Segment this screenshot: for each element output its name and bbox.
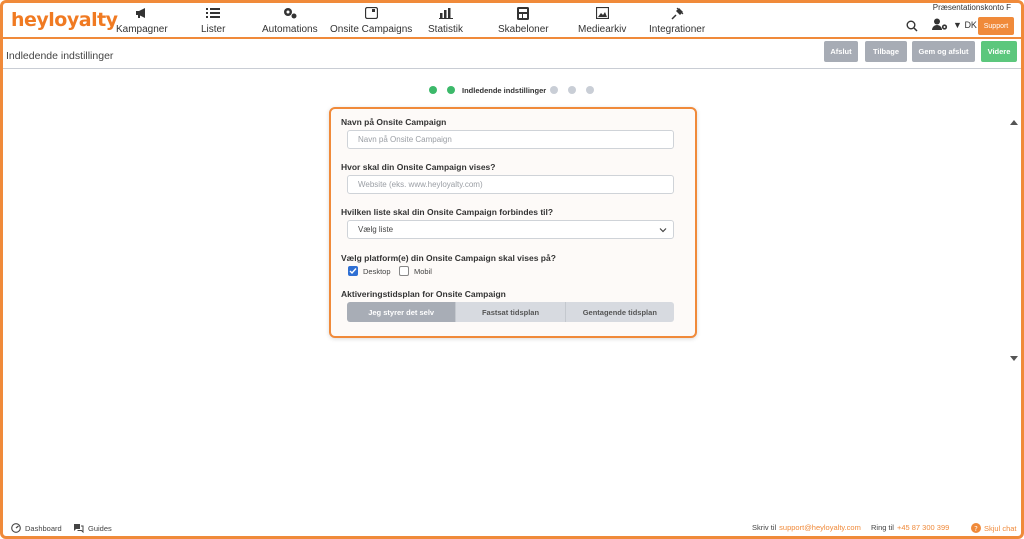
nav-item-lister[interactable]: Lister [201, 4, 225, 36]
footer-phone: Ring til +45 87 300 399 [871, 523, 949, 532]
bar-chart-icon [438, 6, 454, 20]
step-dot-pending [586, 86, 594, 94]
automation-icon [282, 6, 298, 20]
checkbox-unchecked-icon[interactable] [399, 266, 409, 276]
nav-item-kampagner[interactable]: Kampagner [116, 4, 168, 36]
step-label: Indledende indstillinger [462, 86, 547, 95]
save-and-exit-button[interactable]: Gem og afslut [912, 41, 975, 62]
nav-item-integrationer[interactable]: Integrationer [649, 4, 705, 36]
nav-label: Automations [262, 24, 318, 35]
list-select[interactable]: Vælg liste [347, 220, 674, 239]
guides-icon [73, 523, 84, 533]
next-button[interactable]: Videre [981, 41, 1017, 62]
dashboard-label: Dashboard [25, 523, 62, 533]
mobile-label: Mobil [414, 266, 432, 276]
list-label: Hvilken liste skal din Onsite Campaign f… [341, 207, 554, 217]
list-icon [205, 6, 221, 20]
page-title: Indledende indstillinger [6, 50, 114, 62]
scroll-down-icon[interactable] [1010, 349, 1018, 361]
nav-item-automations[interactable]: Automations [262, 4, 318, 36]
platform-label: Vælg platform(e) din Onsite Campaign ska… [341, 253, 556, 263]
list-select-value: Vælg liste [358, 225, 394, 234]
support-button[interactable]: Support [978, 17, 1014, 35]
language-label: DK [964, 20, 977, 30]
dashboard-icon [11, 523, 21, 533]
nav-label: Statistik [428, 24, 464, 35]
schedule-label: Aktiveringstidsplan for Onsite Campaign [341, 289, 506, 299]
footer-email: Skriv til support@heyloyalty.com [752, 523, 861, 532]
step-dot-current [447, 86, 455, 94]
nav-label: Integrationer [649, 24, 706, 35]
template-icon [515, 6, 531, 20]
onsite-icon [363, 6, 379, 20]
schedule-option-recurring[interactable]: Gentagende tidsplan [564, 302, 674, 322]
guides-label: Guides [88, 523, 112, 533]
nav-label: Skabeloner [498, 24, 549, 35]
image-icon [594, 6, 610, 20]
guides-link[interactable]: Guides [73, 523, 112, 533]
step-dot-pending [568, 86, 576, 94]
mobile-checkbox[interactable]: Mobil [399, 266, 432, 276]
desktop-checkbox[interactable]: Desktop [348, 266, 391, 276]
settings-form-card: Navn på Onsite Campaign Hvor skal din On… [329, 107, 697, 338]
schedule-segmented-control: Jeg styrer det selv Fastsat tidsplan Gen… [347, 302, 674, 322]
afslut-button[interactable]: Afslut [824, 41, 858, 62]
help-icon: ? [971, 523, 981, 533]
call-label: Ring til [871, 523, 894, 532]
step-dot-completed [429, 86, 437, 94]
hide-chat-button[interactable]: ? Skjul chat [971, 523, 1017, 533]
caret-down-icon: ▼ [953, 20, 962, 30]
write-to-label: Skriv til [752, 523, 777, 532]
page-toolbar: Indledende indstillinger Afslut Tilbage … [3, 41, 1021, 69]
user-settings-icon[interactable] [932, 18, 948, 32]
svg-text:?: ? [974, 525, 978, 533]
nav-label: Mediearkiv [578, 24, 627, 35]
dashboard-link[interactable]: Dashboard [11, 523, 62, 533]
scroll-up-icon[interactable] [1010, 114, 1018, 125]
heyloyalty-logo[interactable]: heyloyalty [11, 9, 118, 31]
nav-label: Kampagner [116, 24, 168, 35]
tilbage-button[interactable]: Tilbage [865, 41, 907, 62]
support-email-link[interactable]: support@heyloyalty.com [779, 523, 861, 532]
language-selector[interactable]: ▼ DK [953, 20, 977, 30]
campaign-name-input[interactable] [347, 130, 674, 149]
campaign-name-label: Navn på Onsite Campaign [341, 117, 447, 127]
megaphone-icon [134, 6, 150, 20]
checkbox-checked-icon[interactable] [348, 266, 358, 276]
nav-label: Onsite Campaigns [330, 24, 413, 35]
plug-icon [669, 6, 685, 20]
website-input[interactable] [347, 175, 674, 194]
top-navigation: heyloyalty Kampagner Lister Automations … [3, 3, 1021, 39]
nav-item-statistik[interactable]: Statistik [428, 4, 463, 36]
desktop-label: Desktop [363, 266, 391, 276]
nav-label: Lister [201, 24, 226, 35]
schedule-option-self[interactable]: Jeg styrer det selv [347, 302, 456, 322]
hide-chat-label: Skjul chat [984, 523, 1017, 533]
nav-item-skabeloner[interactable]: Skabeloner [498, 4, 549, 36]
nav-item-mediearkiv[interactable]: Mediearkiv [578, 4, 626, 36]
schedule-option-fixed[interactable]: Fastsat tidsplan [455, 302, 565, 322]
chevron-down-icon [659, 226, 667, 234]
website-label: Hvor skal din Onsite Campaign vises? [341, 162, 496, 172]
search-icon[interactable] [906, 19, 920, 33]
nav-item-onsite-campaigns[interactable]: Onsite Campaigns [330, 4, 412, 36]
step-dot-pending [550, 86, 558, 94]
support-phone-link[interactable]: +45 87 300 399 [897, 523, 949, 532]
account-name[interactable]: Præsentationskonto F [933, 3, 1011, 12]
